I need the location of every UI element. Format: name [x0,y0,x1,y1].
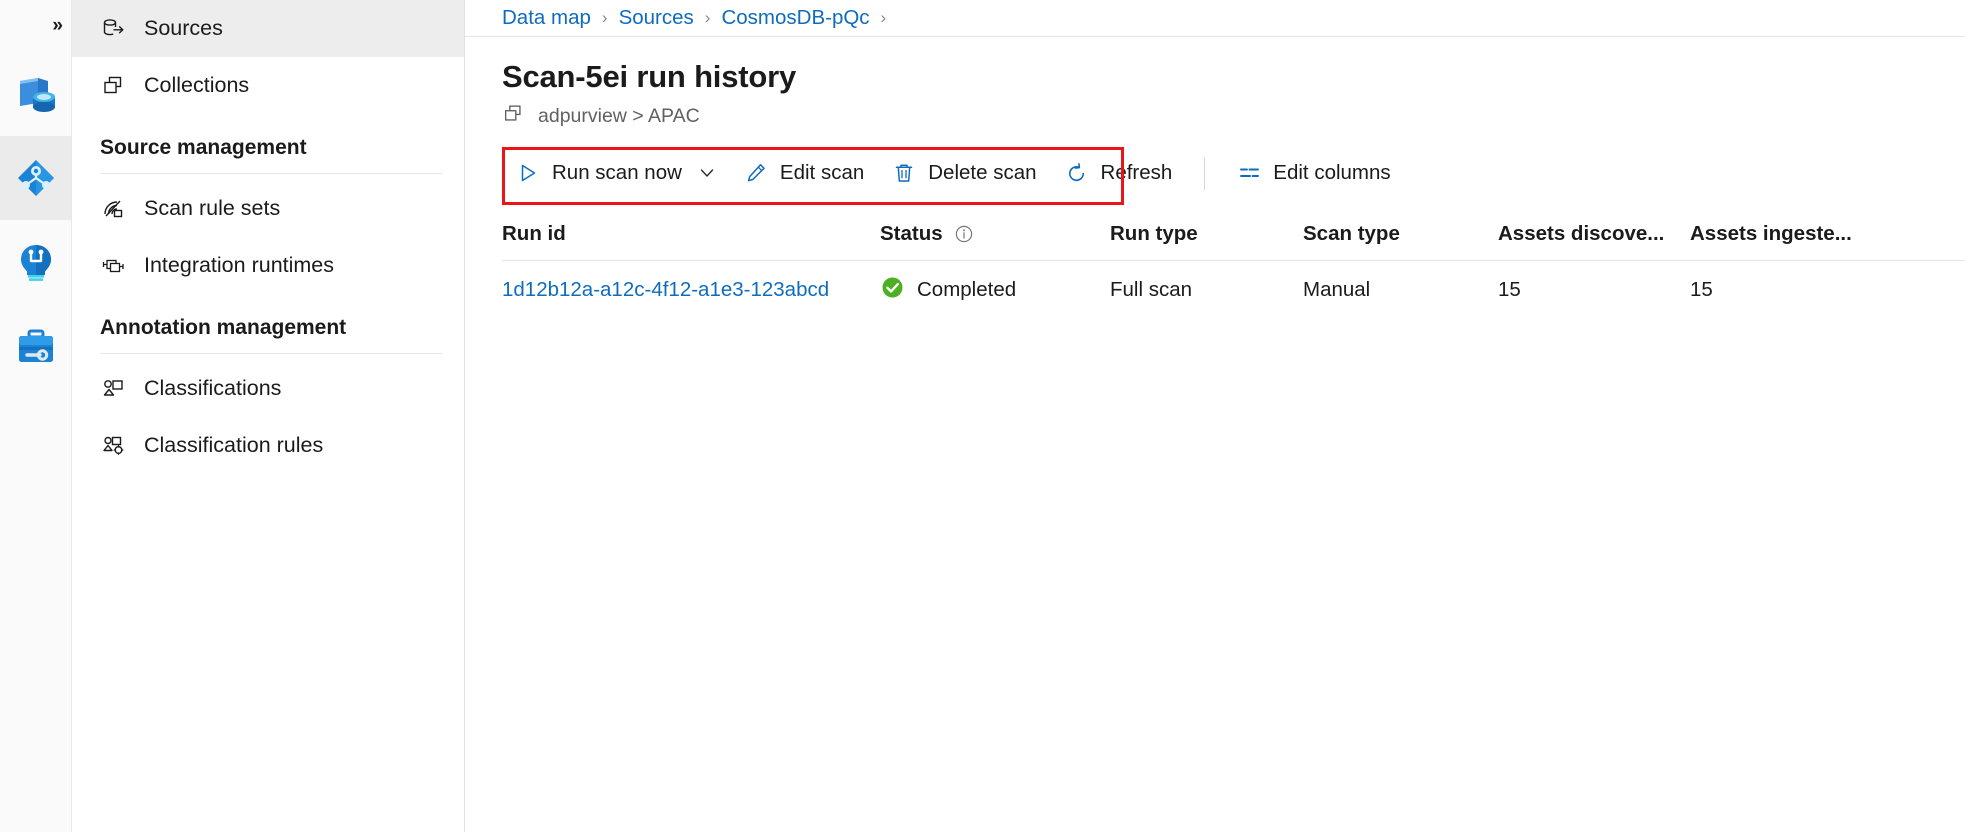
refresh-icon [1065,161,1089,185]
command-bar: Run scan now Edit scan Delete scan Refre… [502,145,1405,205]
breadcrumb-item-data-map[interactable]: Data map [502,6,591,30]
toolbar-divider [1204,156,1206,190]
sidebar-item-collections[interactable]: Collections [72,57,464,114]
trash-icon [892,161,916,185]
sidebar-item-label-sources: Sources [144,16,223,40]
delete-scan-label: Delete scan [928,161,1037,184]
refresh-label: Refresh [1100,161,1173,184]
collections-icon [502,102,525,131]
expand-nav-button[interactable]: » [0,0,71,52]
sidebar-item-label-classification-rules: Classification rules [144,433,324,457]
edit-columns-label: Edit columns [1273,161,1391,184]
sources-icon [100,16,126,42]
management-icon [14,324,58,368]
cell-scan-type: Manual [1303,278,1371,301]
run-history-table: Run id Status Run type Scan type Assets … [465,207,1965,832]
column-header-status[interactable]: Status [880,222,1110,246]
sidebar-item-label-classifications: Classifications [144,376,282,400]
breadcrumb-item-sources[interactable]: Sources [619,6,694,30]
breadcrumb-item-cosmosdb[interactable]: CosmosDB-pQc [721,6,869,30]
nav-divider-1 [100,173,442,174]
main-content: Data map › Sources › CosmosDB-pQc › Scan… [465,0,1965,832]
info-icon[interactable] [954,224,974,244]
collections-icon [100,73,126,99]
sidebar-item-classifications[interactable]: Classifications [72,360,464,417]
run-scan-now-button[interactable]: Run scan now [502,151,730,195]
purview-scan-run-history-page: » Sources Collections Source management … [0,0,1965,832]
cell-status: Completed [880,275,1110,306]
left-icon-rail: » [0,0,72,832]
breadcrumb-separator-icon: › [880,7,887,27]
command-bar-wrap: Run scan now Edit scan Delete scan Refre… [465,145,1965,205]
sidebar-item-classification-rules[interactable]: Classification rules [72,417,464,474]
integration-runtimes-icon [100,253,126,279]
data-insights-icon [14,240,58,284]
sidebar-item-label-scan-rule-sets: Scan rule sets [144,196,281,220]
cell-assets-ingested: 15 [1690,278,1713,301]
sidebar-item-sources[interactable]: Sources [72,0,464,57]
rail-item-data-map[interactable] [0,136,71,220]
page-subtitle: adpurview > APAC [502,102,1965,131]
table-header-row: Run id Status Run type Scan type Assets … [502,207,1965,261]
sidebar-item-label-integration-runtimes: Integration runtimes [144,253,335,277]
secondary-nav: Sources Collections Source management Sc… [72,0,465,832]
data-catalog-icon [14,72,58,116]
column-header-run-id[interactable]: Run id [502,222,880,246]
column-header-assets-discovered[interactable]: Assets discove... [1498,222,1690,246]
play-icon [516,161,540,185]
classifications-icon [100,376,126,402]
edit-scan-label: Edit scan [779,161,865,184]
breadcrumb: Data map › Sources › CosmosDB-pQc › [465,0,1965,37]
classification-rules-icon [100,433,126,459]
nav-group-source-management: Source management [100,136,307,159]
nav-divider-2 [100,353,442,354]
status-badge: Completed [917,278,1017,301]
rail-item-management[interactable] [0,304,71,388]
run-scan-now-label: Run scan now [552,161,682,184]
pencil-icon [744,161,768,185]
collection-path-label: adpurview > APAC [538,105,700,127]
refresh-button[interactable]: Refresh [1051,151,1187,195]
sidebar-item-scan-rule-sets[interactable]: Scan rule sets [72,180,464,237]
scan-rule-sets-icon [100,196,126,222]
sidebar-item-integration-runtimes[interactable]: Integration runtimes [72,237,464,294]
column-header-scan-type[interactable]: Scan type [1303,222,1498,246]
edit-columns-button[interactable]: Edit columns [1223,151,1404,195]
data-map-icon [14,156,58,200]
breadcrumb-separator-icon: › [601,7,608,27]
chevron-down-icon[interactable] [698,164,716,182]
expand-nav-label: » [52,15,62,36]
nav-group-annotation-management: Annotation management [100,316,347,339]
cell-run-type: Full scan [1110,278,1193,301]
page-title: Scan-5ei run history [502,59,797,94]
run-id-link[interactable]: 1d12b12a-a12c-4f12-a1e3-123abcd [502,278,829,301]
breadcrumb-separator-icon: › [704,7,711,27]
column-header-status-label: Status [880,221,943,245]
page-header: Scan-5ei run history adpurview > APAC [465,37,1965,131]
table-row[interactable]: 1d12b12a-a12c-4f12-a1e3-123abcd Complete… [502,261,1965,319]
cell-run-id: 1d12b12a-a12c-4f12-a1e3-123abcd [502,278,880,302]
delete-scan-button[interactable]: Delete scan [878,151,1050,195]
edit-columns-icon [1237,161,1261,185]
rail-item-data-catalog[interactable] [0,52,71,136]
edit-scan-button[interactable]: Edit scan [730,151,878,195]
sidebar-item-label-collections: Collections [144,73,250,97]
success-check-icon [880,275,905,306]
rail-item-data-insights[interactable] [0,220,71,304]
column-header-assets-ingested[interactable]: Assets ingeste... [1690,222,1900,246]
column-header-run-type[interactable]: Run type [1110,222,1303,246]
cell-assets-discovered: 15 [1498,278,1521,301]
